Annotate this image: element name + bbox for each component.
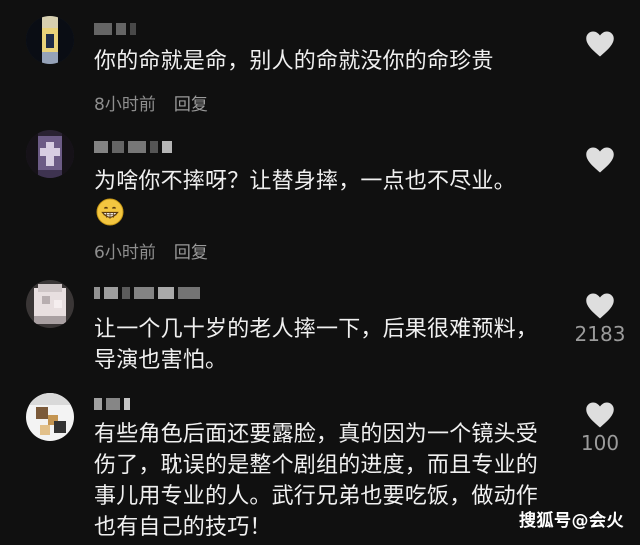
avatar[interactable] xyxy=(26,393,74,441)
username-redacted xyxy=(94,138,172,156)
username-redacted xyxy=(94,284,200,302)
avatar[interactable] xyxy=(26,16,74,64)
reply-button[interactable]: 回复 xyxy=(174,238,208,263)
comment-text: 有些角色后面还要露脸，真的因为一个镜头受 伤了，耽误的是整个剧组的进度，而且专业… xyxy=(94,422,539,540)
avatar-image xyxy=(26,280,74,328)
avatar-image xyxy=(26,16,74,64)
comment-item-3: 让一个几十岁的老人摔一下，后果很难预料， 导演也害怕。 2183 xyxy=(0,270,640,385)
comment-text: 你的命就是命，别人的命就没你的命珍贵 xyxy=(94,49,494,74)
username-redacted xyxy=(94,20,136,38)
like-area xyxy=(580,30,620,58)
comment-meta: 6小时前 回复 xyxy=(94,238,208,263)
like-count: 100 xyxy=(580,431,620,455)
avatar-image xyxy=(26,393,74,441)
watermark: 搜狐号@会火 xyxy=(519,511,624,531)
heart-icon[interactable] xyxy=(580,401,620,429)
comment-item-2: 为啥你不摔呀？让替身摔，一点也不尽业。 6小时前 回复 xyxy=(0,120,640,270)
like-area: 100 xyxy=(580,401,620,455)
grinning-face-emoji xyxy=(96,198,124,226)
comment-text: 为啥你不摔呀？让替身摔，一点也不尽业。 xyxy=(94,169,516,194)
timestamp: 8小时前 xyxy=(94,95,156,115)
comment-meta: 8小时前 回复 xyxy=(94,90,208,115)
timestamp: 6小时前 xyxy=(94,243,156,263)
avatar[interactable] xyxy=(26,130,74,178)
heart-icon[interactable] xyxy=(580,292,620,320)
like-area xyxy=(580,146,620,174)
like-count: 2183 xyxy=(574,322,626,346)
avatar[interactable] xyxy=(26,280,74,328)
heart-icon[interactable] xyxy=(580,30,620,58)
like-area: 2183 xyxy=(575,292,625,346)
reply-button[interactable]: 回复 xyxy=(174,90,208,115)
avatar-image xyxy=(26,130,74,178)
comment-text: 让一个几十岁的老人摔一下，后果很难预料， 导演也害怕。 xyxy=(94,317,539,373)
heart-icon[interactable] xyxy=(580,146,620,174)
comment-item-1: 你的命就是命，别人的命就没你的命珍贵 8小时前 回复 xyxy=(0,0,640,120)
username-redacted xyxy=(94,395,130,413)
